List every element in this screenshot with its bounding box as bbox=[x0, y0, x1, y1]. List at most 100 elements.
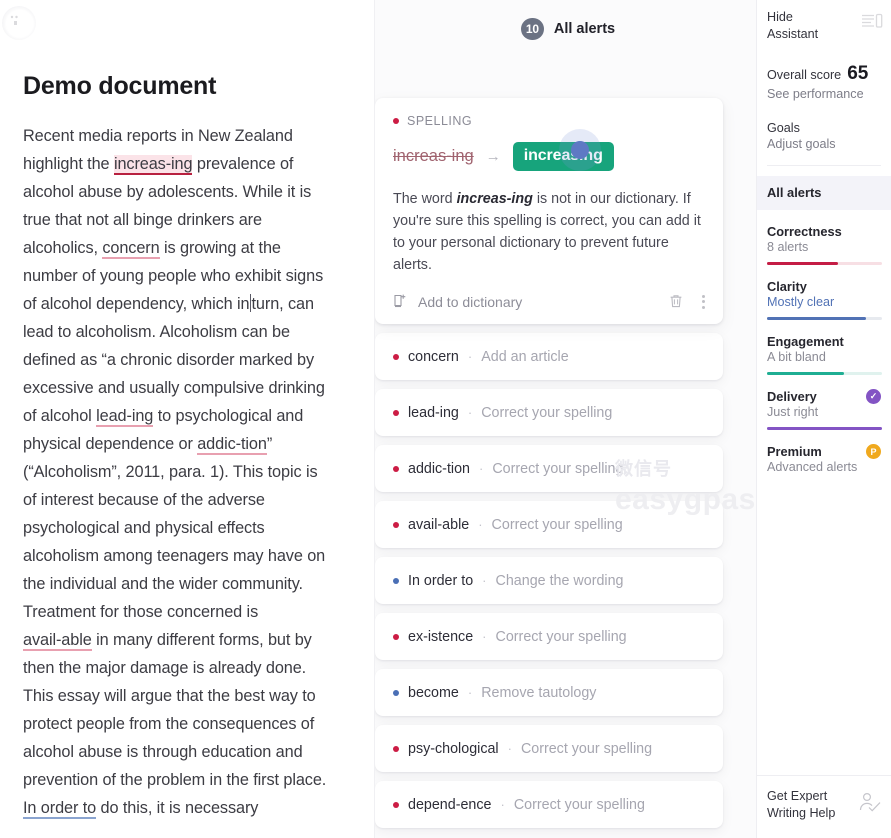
alert-card-collapsed[interactable]: addic-tion · Correct your spelling bbox=[375, 445, 723, 492]
kebab-dot-icon bbox=[702, 294, 705, 298]
metric-delivery[interactable]: Delivery ✓ Just right bbox=[757, 375, 891, 430]
delivery-check-icon: ✓ bbox=[866, 389, 881, 404]
kebab-dot-icon bbox=[702, 305, 705, 309]
mouse-cursor-indicator bbox=[559, 129, 601, 171]
alert-card-actions: Add to dictionary bbox=[393, 293, 705, 312]
inline-alert-spell[interactable]: concern bbox=[102, 239, 160, 259]
alert-separator: · bbox=[507, 741, 512, 756]
metric-header: Clarity bbox=[767, 279, 881, 294]
alert-hint: Correct your spelling bbox=[520, 740, 653, 757]
metric-premium[interactable]: Premium P Advanced alerts bbox=[757, 430, 891, 474]
metric-correctness[interactable]: Correctness 8 alerts bbox=[757, 210, 891, 265]
alert-cards-list: SPELLING increas-ing → increasing The wo… bbox=[375, 98, 756, 828]
category-dot-icon bbox=[393, 689, 399, 696]
metric-progress-fill bbox=[767, 427, 882, 430]
alert-word: become bbox=[408, 684, 459, 701]
category-dot-icon bbox=[393, 353, 399, 360]
logo-glyph-icon bbox=[10, 15, 18, 25]
alert-separator: · bbox=[482, 629, 487, 644]
alert-card-collapsed[interactable]: concern · Add an article bbox=[375, 333, 723, 380]
category-dot-icon bbox=[393, 577, 399, 584]
metric-progress-fill bbox=[767, 372, 845, 375]
alert-word: lead-ing bbox=[408, 404, 459, 421]
alert-hint: Correct your spelling bbox=[513, 796, 645, 813]
alert-word: ex-istence bbox=[408, 628, 474, 645]
inline-alert-spell[interactable]: lead-ing bbox=[96, 407, 153, 427]
document-editor-pane: Demo document Recent media reports in Ne… bbox=[0, 0, 374, 838]
app-logo-icon[interactable] bbox=[2, 6, 36, 40]
kebab-dot-icon bbox=[702, 300, 705, 303]
suggestion-row: increas-ing → increasing bbox=[393, 129, 705, 171]
add-to-dictionary-button[interactable]: Add to dictionary bbox=[393, 293, 522, 310]
goals-block[interactable]: Goals Adjust goals bbox=[757, 101, 891, 151]
sidebar-divider bbox=[767, 165, 881, 166]
alert-card-expanded[interactable]: SPELLING increas-ing → increasing The wo… bbox=[375, 98, 723, 324]
alert-separator: · bbox=[467, 405, 473, 420]
alert-card-collapsed[interactable]: avail-able · Correct your spelling bbox=[375, 501, 723, 548]
alert-card-collapsed[interactable]: become · Remove tautology bbox=[375, 669, 723, 716]
alert-separator: · bbox=[478, 517, 483, 532]
alert-card-collapsed[interactable]: depend-ence · Correct your spelling bbox=[375, 781, 723, 828]
overall-score-block[interactable]: Overall score 65 See performance bbox=[757, 43, 891, 101]
metric-header: Correctness bbox=[767, 224, 881, 239]
alert-hint: Remove tautology bbox=[481, 684, 597, 701]
arrow-right-icon: → bbox=[485, 148, 501, 165]
category-dot-icon bbox=[393, 409, 399, 416]
metric-name: Premium bbox=[767, 444, 822, 459]
inline-alert-spell[interactable]: addic-tion bbox=[197, 435, 267, 455]
metric-clarity[interactable]: Clarity Mostly clear bbox=[757, 265, 891, 320]
get-expert-writing-help-button[interactable]: Get Expert Writing Help bbox=[757, 775, 891, 838]
alert-separator: · bbox=[482, 573, 487, 588]
goals-label: Goals bbox=[767, 121, 800, 135]
trash-icon bbox=[670, 295, 682, 308]
alert-word: concern bbox=[408, 348, 459, 365]
metric-name: Clarity bbox=[767, 279, 807, 294]
category-dot-icon bbox=[393, 521, 399, 528]
alert-word: avail-able bbox=[408, 516, 470, 533]
metric-progress-track bbox=[767, 262, 882, 265]
category-dot-icon bbox=[393, 118, 399, 124]
metric-engagement[interactable]: Engagement A bit bland bbox=[757, 320, 891, 375]
metric-header: Premium P bbox=[767, 444, 881, 459]
metric-progress-track bbox=[767, 372, 882, 375]
alert-separator: · bbox=[467, 685, 473, 700]
hide-assistant-row[interactable]: Hide Assistant bbox=[757, 0, 891, 43]
alerts-header-title: All alerts bbox=[553, 21, 616, 37]
see-performance-link[interactable]: See performance bbox=[767, 87, 881, 101]
explanation-prefix: The word bbox=[393, 191, 457, 207]
collapsed-alert-cards: concern · Add an article lead-ing · Correct y… bbox=[375, 333, 749, 828]
document-title: Demo document bbox=[23, 72, 217, 100]
alerts-pane: 10 All alerts SPELLING increas-ing → inc… bbox=[374, 0, 756, 838]
collapse-panel-icon[interactable] bbox=[861, 13, 883, 34]
metric-status: Mostly clear bbox=[767, 295, 835, 309]
alert-separator: · bbox=[500, 797, 505, 812]
alert-hint: Change the wording bbox=[495, 572, 624, 589]
delete-alert-button[interactable] bbox=[668, 293, 684, 310]
category-dot-icon bbox=[393, 633, 399, 640]
category-dot-icon bbox=[393, 745, 399, 752]
alert-card-collapsed[interactable]: lead-ing · Correct your spelling bbox=[375, 389, 723, 436]
alert-card-collapsed[interactable]: ex-istence · Correct your spelling bbox=[375, 613, 723, 660]
sidebar-item-all-alerts[interactable]: All alerts bbox=[757, 176, 891, 210]
alert-word: depend-ence bbox=[408, 796, 492, 813]
inline-alert-spell-active[interactable]: increas-ing bbox=[113, 155, 193, 175]
metric-header: Delivery ✓ bbox=[767, 389, 881, 404]
document-body-text[interactable]: Recent media reports in New Zealand high… bbox=[23, 122, 328, 822]
alert-hint: Add an article bbox=[481, 348, 569, 365]
inline-alert-spell[interactable]: avail-able bbox=[23, 631, 92, 651]
inline-alert-clarity[interactable]: In order to bbox=[23, 799, 96, 819]
expert-help-label: Get Expert Writing Help bbox=[767, 789, 836, 820]
alert-separator: · bbox=[479, 461, 484, 476]
metric-status: 8 alerts bbox=[767, 240, 809, 254]
more-options-button[interactable] bbox=[702, 294, 705, 309]
alert-word: In order to bbox=[408, 572, 474, 589]
alert-card-collapsed[interactable]: psy-chological · Correct your spelling bbox=[375, 725, 723, 772]
hide-assistant-label: Hide Assistant bbox=[767, 10, 819, 41]
alert-hint: Correct your spelling bbox=[492, 460, 624, 477]
alert-hint: Correct your spelling bbox=[491, 516, 623, 533]
alert-card-collapsed[interactable]: In order to · Change the wording bbox=[375, 557, 723, 604]
adjust-goals-link[interactable]: Adjust goals bbox=[767, 137, 881, 151]
alert-word: addic-tion bbox=[408, 460, 470, 477]
category-dot-icon bbox=[393, 801, 399, 808]
metric-progress-fill bbox=[767, 317, 866, 320]
